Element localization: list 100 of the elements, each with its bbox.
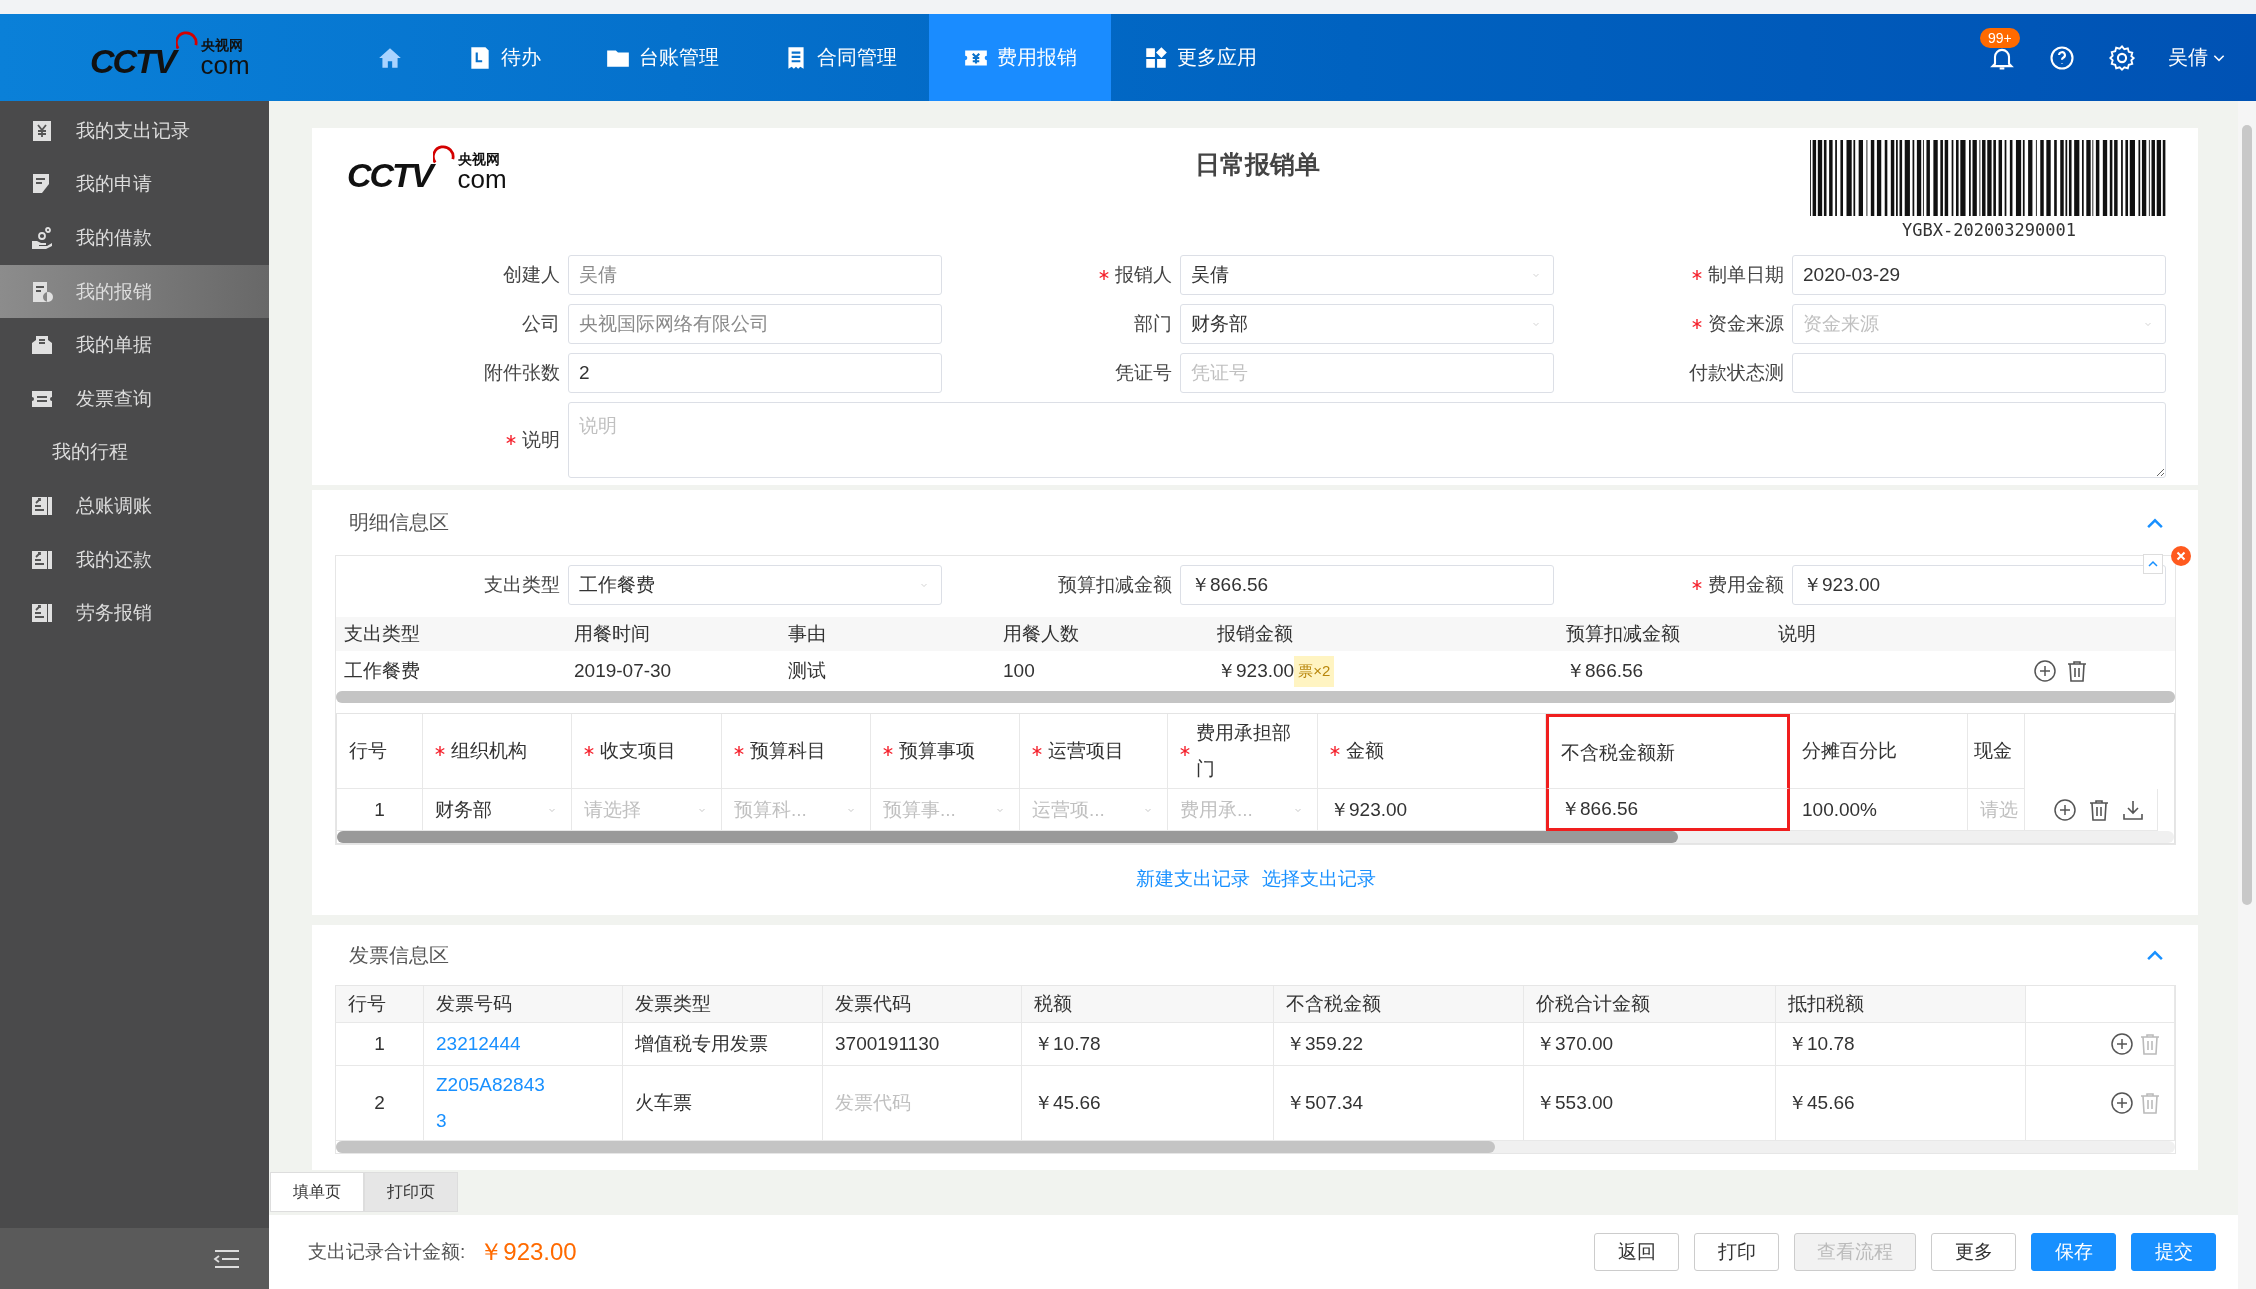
sidebar-item[interactable]: 发票查询 — [0, 371, 269, 426]
field-label: 制单日期 — [1708, 263, 1784, 287]
column-header: 运营项目 — [1048, 739, 1124, 763]
field-label: 资金来源 — [1708, 312, 1784, 336]
footer-button[interactable]: 更多 — [1931, 1233, 2016, 1271]
menu-icon[interactable] — [213, 1248, 241, 1269]
column-header: 不含税金额新 — [1561, 740, 1675, 765]
select-field[interactable]: 吴倩 — [1180, 255, 1554, 295]
input-field[interactable] — [1792, 353, 2166, 393]
column-header: 预算科目 — [750, 739, 826, 763]
section-title: 明细信息区 — [349, 510, 449, 535]
column-header: 行号 — [349, 739, 387, 763]
delete-icon[interactable] — [2065, 659, 2089, 683]
sidebar-item[interactable]: 我的还款 — [0, 532, 269, 587]
page-tab[interactable]: 填单页 — [270, 1172, 364, 1212]
required-icon — [734, 746, 744, 756]
footer-button[interactable]: 打印 — [1694, 1233, 1779, 1271]
input-field[interactable]: ￥923.00 — [1792, 565, 2166, 605]
select-field[interactable]: 财务部 — [1180, 304, 1554, 344]
settings-icon[interactable] — [2108, 43, 2136, 72]
logo-text: 央视网 — [200, 37, 244, 52]
sidebar-item[interactable]: 我的申请 — [0, 157, 269, 212]
column-header: 费用承担部门 — [1196, 721, 1292, 781]
sidebar-item[interactable]: 我的借款 — [0, 211, 269, 265]
table-cell: 3700191130 — [835, 1033, 940, 1055]
column-header: 价税合计金额 — [1524, 986, 1776, 1023]
apps-icon — [1143, 44, 1169, 71]
footer-button[interactable]: 返回 — [1594, 1233, 1679, 1271]
scrollbar[interactable] — [336, 691, 2175, 703]
add-icon[interactable] — [2033, 659, 2057, 683]
column-header: 行号 — [336, 986, 424, 1023]
logo-suffix: com — [457, 166, 507, 192]
column-header: 报销金额 — [1217, 622, 1294, 646]
logo-text: 央视网 — [457, 152, 501, 166]
required-icon — [1692, 270, 1702, 280]
logo-suffix: com — [200, 51, 250, 78]
action-link[interactable]: 选择支出记录 — [1261, 866, 1376, 892]
add-icon[interactable] — [2110, 1091, 2134, 1115]
add-icon[interactable] — [2053, 797, 2077, 822]
description-field[interactable]: 说明 — [568, 402, 2166, 478]
table-cell: 2019-07-30 — [574, 660, 672, 682]
nav-tab[interactable]: 更多应用 — [1111, 14, 1289, 101]
add-icon[interactable] — [2110, 1032, 2134, 1056]
table-cell: 100 — [1003, 660, 1035, 682]
nav-tab[interactable]: 费用报销 — [929, 14, 1111, 101]
scrollbar[interactable] — [336, 1141, 2175, 1153]
field-label: 创建人 — [503, 263, 560, 287]
column-header: 说明 — [1778, 622, 1817, 646]
yen-card-icon — [30, 118, 54, 143]
input-field[interactable]: ￥866.56 — [1180, 565, 1554, 605]
scrollbar[interactable] — [2238, 101, 2256, 1289]
column-header: 分摊百分比 — [1802, 739, 1897, 763]
field-label: 报销人 — [1115, 263, 1172, 287]
column-header: 收支项目 — [600, 739, 676, 763]
notification-badge: 99+ — [1980, 27, 2020, 48]
required-icon — [1692, 319, 1702, 329]
delete-icon[interactable] — [2087, 797, 2111, 822]
invoice-number-link[interactable]: Z205A828433 — [436, 1067, 554, 1139]
table-cell-text: 火车票 — [635, 1091, 692, 1115]
table-cell-text: 工作餐费 — [344, 659, 420, 683]
sidebar-item[interactable]: 我的支出记录 — [0, 104, 269, 158]
field-label: 付款状态测 — [1689, 361, 1784, 385]
column-header: 不含税金额 — [1274, 986, 1524, 1023]
field-label: 预算扣减金额 — [1058, 573, 1172, 597]
column-header: 用餐人数 — [1003, 622, 1080, 646]
table-cell-text: ￥923.00 — [1217, 659, 1295, 683]
collapse-icon[interactable] — [2143, 554, 2163, 574]
nav-tab[interactable]: 台账管理 — [573, 14, 751, 101]
field-label: 部门 — [1134, 312, 1172, 336]
required-icon — [506, 435, 516, 445]
invoice-count-badge: 票×2 — [1294, 655, 1335, 687]
sidebar-item[interactable]: 劳务报销 — [0, 586, 269, 640]
help-icon[interactable] — [2048, 43, 2076, 72]
sidebar-item[interactable]: 我的行程 — [0, 425, 269, 480]
table-cell-text: ￥507.34 — [1286, 1091, 1364, 1115]
field-label: 凭证号 — [1115, 361, 1172, 385]
sidebar-item[interactable]: 总账调账 — [0, 479, 269, 533]
column-header: 金额 — [1346, 739, 1384, 763]
table-cell-text: ￥45.66 — [1788, 1091, 1855, 1115]
table-cell-text: 增值税专用发票 — [635, 1032, 768, 1056]
input-field[interactable]: 吴倩 — [568, 255, 942, 295]
nav-tab[interactable]: 合同管理 — [751, 14, 929, 101]
column-header: 预算扣减金额 — [1566, 622, 1681, 646]
select-field[interactable]: 工作餐费 — [568, 565, 942, 605]
column-header: 发票代码 — [823, 986, 1022, 1023]
input-field[interactable]: 央视国际网络有限公司 — [568, 304, 942, 344]
sidebar-item[interactable]: 我的单据 — [0, 318, 269, 372]
page-tab[interactable]: 打印页 — [364, 1172, 458, 1212]
nav-tab[interactable]: 待办 — [435, 14, 573, 101]
field-label: 支出类型 — [484, 573, 560, 597]
input-field[interactable]: 2 — [568, 353, 942, 393]
table-cell-text: ￥370.00 — [1536, 1032, 1614, 1056]
scrollbar[interactable] — [337, 831, 2174, 843]
required-icon — [1692, 580, 1702, 590]
close-icon[interactable] — [2171, 546, 2191, 566]
required-icon — [883, 746, 893, 756]
required-icon — [1330, 746, 1340, 756]
user-menu[interactable]: 吴倩 — [2168, 44, 2226, 71]
action-link[interactable]: 新建支出记录 — [1135, 866, 1250, 892]
input-field[interactable]: 2020-03-29 — [1792, 255, 2166, 295]
